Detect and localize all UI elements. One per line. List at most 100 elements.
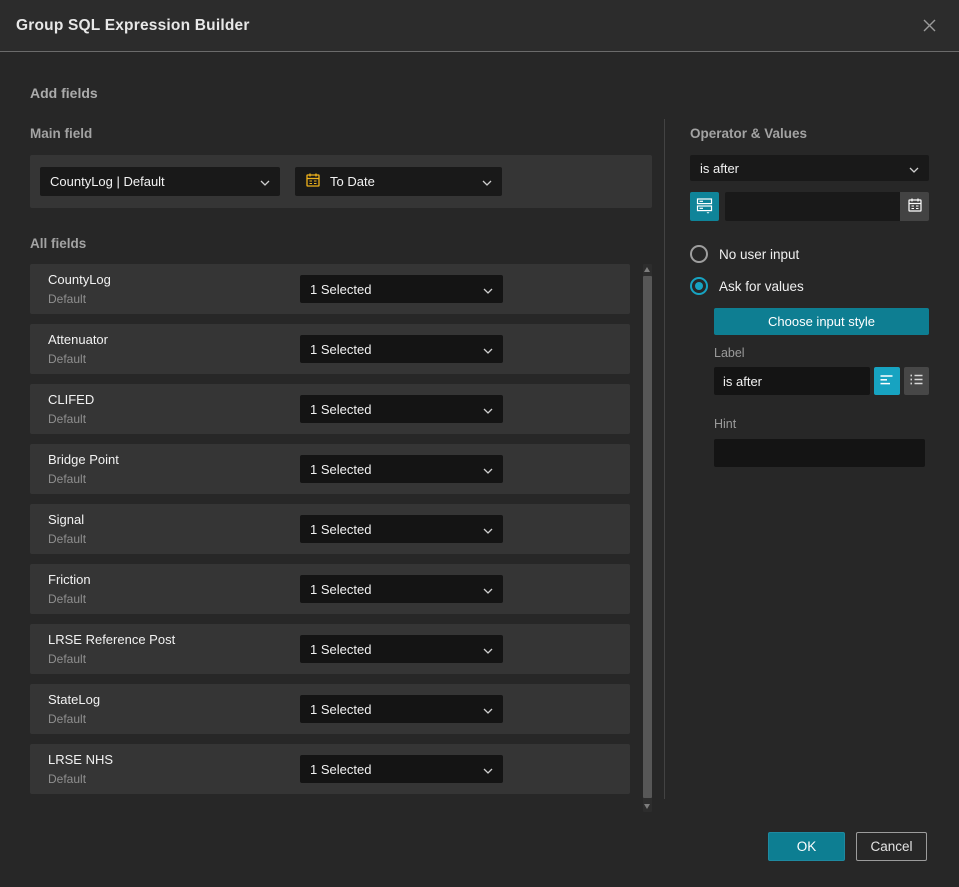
ask-for-values-settings: Choose input style Label is after Hint — [714, 295, 929, 467]
field-name: Bridge Point — [48, 452, 119, 467]
field-row: LRSE Reference Post Default 1 Selected — [30, 624, 630, 674]
field-selection-dropdown[interactable]: 1 Selected — [300, 635, 503, 663]
panel-divider — [664, 119, 665, 799]
single-line-style-button[interactable] — [874, 367, 900, 395]
value-input-group — [725, 192, 929, 221]
field-row: CountyLog Default 1 Selected — [30, 264, 630, 314]
chevron-down-icon — [483, 402, 493, 417]
field-selection-value: 1 Selected — [310, 341, 372, 357]
field-selection-value: 1 Selected — [310, 761, 372, 777]
list-scrollbar[interactable] — [643, 264, 652, 812]
chevron-down-icon — [483, 582, 493, 597]
field-selection-dropdown[interactable]: 1 Selected — [300, 755, 503, 783]
calendar-icon — [907, 197, 923, 216]
value-row — [690, 192, 929, 221]
field-selection-value: 1 Selected — [310, 281, 372, 297]
field-selection-dropdown[interactable]: 1 Selected — [300, 515, 503, 543]
label-field-label: Label — [714, 346, 745, 360]
main-field-dropdown[interactable]: CountyLog | Default — [40, 167, 280, 196]
field-row-text: CLIFED Default — [48, 392, 94, 426]
field-row: StateLog Default 1 Selected — [30, 684, 630, 734]
label-input[interactable] — [714, 367, 870, 395]
chevron-down-icon — [483, 702, 493, 717]
value-input[interactable] — [725, 192, 900, 221]
field-row: LRSE NHS Default 1 Selected — [30, 744, 630, 794]
chevron-down-icon — [483, 462, 493, 477]
field-row: Bridge Point Default 1 Selected — [30, 444, 630, 494]
close-icon — [922, 19, 937, 36]
chevron-down-icon — [483, 342, 493, 357]
date-type-dropdown-value: To Date — [330, 174, 375, 189]
operator-dropdown-value: is after — [700, 160, 740, 176]
group-sql-expression-builder-dialog: Group SQL Expression Builder Add fields … — [0, 0, 959, 887]
field-row: CLIFED Default 1 Selected — [30, 384, 630, 434]
field-subtitle: Default — [48, 592, 87, 606]
field-selection-dropdown[interactable]: 1 Selected — [300, 455, 503, 483]
field-row-text: CountyLog Default — [48, 272, 111, 306]
field-selection-value: 1 Selected — [310, 641, 372, 657]
field-row: Friction Default 1 Selected — [30, 564, 630, 614]
get-values-icon — [696, 197, 713, 217]
chevron-down-icon — [260, 174, 270, 189]
no-user-input-option[interactable]: No user input — [690, 245, 929, 263]
list-style-button[interactable] — [903, 367, 929, 395]
field-subtitle: Default — [48, 772, 87, 786]
field-row: Attenuator Default 1 Selected — [30, 324, 630, 374]
field-name: StateLog — [48, 692, 101, 707]
scroll-up-icon[interactable] — [644, 267, 650, 272]
get-values-button[interactable] — [690, 192, 719, 221]
main-field-dropdown-value: CountyLog | Default — [50, 174, 165, 189]
scrollbar-thumb[interactable] — [643, 276, 652, 798]
field-selection-dropdown[interactable]: 1 Selected — [300, 395, 503, 423]
main-field-panel: CountyLog | Default To Date — [30, 155, 652, 208]
field-selection-value: 1 Selected — [310, 521, 372, 537]
field-selection-dropdown[interactable]: 1 Selected — [300, 335, 503, 363]
close-button[interactable] — [918, 14, 941, 37]
field-selection-dropdown[interactable]: 1 Selected — [300, 575, 503, 603]
field-selection-dropdown[interactable]: 1 Selected — [300, 695, 503, 723]
field-subtitle: Default — [48, 652, 87, 666]
dialog-body: Add fields Main field CountyLog | Defaul… — [0, 85, 959, 812]
calendar-icon — [305, 172, 321, 191]
field-row-text: Attenuator Default — [48, 332, 108, 366]
field-selection-value: 1 Selected — [310, 581, 372, 597]
single-line-input-icon — [879, 372, 894, 390]
hint-field-label: Hint — [714, 417, 737, 431]
field-selection-value: 1 Selected — [310, 461, 372, 477]
no-user-input-label: No user input — [719, 246, 800, 262]
field-subtitle: Default — [48, 352, 87, 366]
field-name: Friction — [48, 572, 91, 587]
field-selection-value: 1 Selected — [310, 401, 372, 417]
chevron-down-icon — [483, 762, 493, 777]
date-type-dropdown[interactable]: To Date — [295, 167, 502, 196]
ok-button[interactable]: OK — [768, 832, 845, 861]
calendar-picker-button[interactable] — [900, 192, 929, 221]
field-row: Signal Default 1 Selected — [30, 504, 630, 554]
cancel-button[interactable]: Cancel — [856, 832, 927, 861]
ask-for-values-label: Ask for values — [719, 278, 804, 294]
field-name: Signal — [48, 512, 85, 527]
operator-values-panel: Operator & Values is after No user input… — [690, 119, 929, 812]
field-selection-value: 1 Selected — [310, 701, 372, 717]
choose-input-style-button[interactable]: Choose input style — [714, 308, 929, 335]
list-input-icon — [909, 372, 924, 390]
operator-values-heading: Operator & Values — [690, 126, 808, 141]
field-subtitle: Default — [48, 412, 87, 426]
field-name: LRSE Reference Post — [48, 632, 176, 647]
radio-unselected-icon — [690, 245, 708, 263]
field-row-text: Friction Default — [48, 572, 91, 606]
all-fields-heading: All fields — [30, 236, 87, 251]
titlebar: Group SQL Expression Builder — [0, 0, 959, 52]
field-name: Attenuator — [48, 332, 108, 347]
hint-input[interactable] — [714, 439, 925, 467]
field-row-text: Signal Default — [48, 512, 86, 546]
dialog-title: Group SQL Expression Builder — [16, 16, 250, 34]
field-selection-dropdown[interactable]: 1 Selected — [300, 275, 503, 303]
field-subtitle: Default — [48, 532, 87, 546]
field-subtitle: Default — [48, 712, 87, 726]
scroll-down-icon[interactable] — [644, 804, 650, 809]
ask-for-values-option[interactable]: Ask for values — [690, 277, 929, 295]
chevron-down-icon — [483, 522, 493, 537]
operator-dropdown[interactable]: is after — [690, 155, 929, 181]
label-row — [714, 367, 929, 395]
